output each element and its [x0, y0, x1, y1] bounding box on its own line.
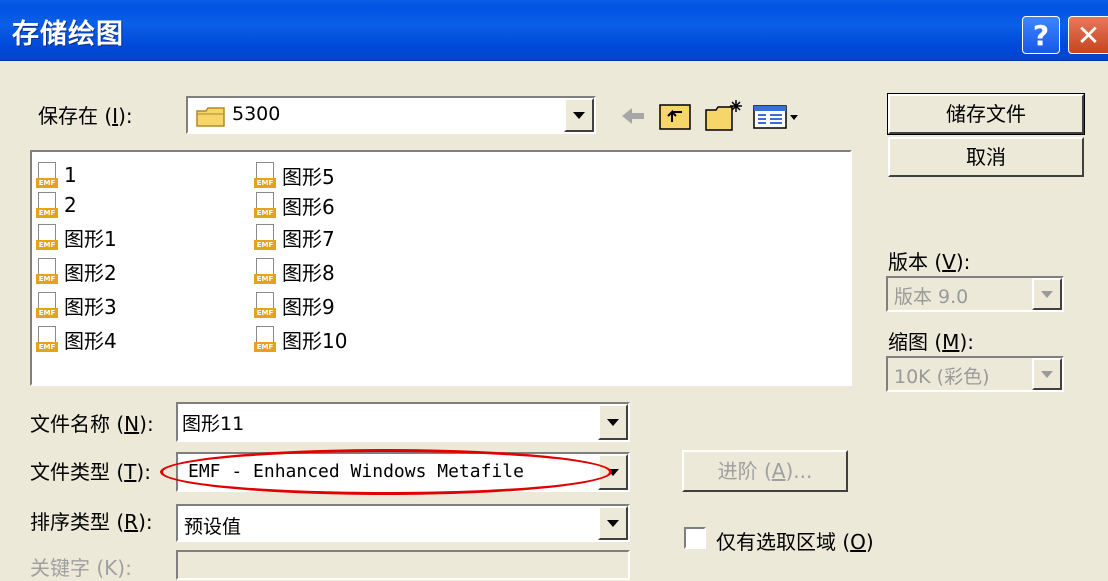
- filetype-value: EMF - Enhanced Windows Metafile: [188, 461, 524, 482]
- file-name: 图形2: [64, 260, 117, 285]
- save-in-label: 保存在 (I):: [38, 104, 133, 128]
- emf-file-icon: EMF: [254, 162, 276, 188]
- version-value: 版本 9.0: [894, 286, 969, 308]
- chevron-down-icon[interactable]: [1032, 358, 1062, 390]
- emf-file-icon: EMF: [254, 326, 276, 352]
- sorttype-label: 排序类型 (R):: [30, 510, 153, 534]
- file-name: 图形6: [282, 194, 335, 219]
- version-dropdown[interactable]: 版本 9.0: [886, 276, 1064, 312]
- list-item[interactable]: EMF 1: [36, 160, 77, 190]
- emf-file-icon: EMF: [254, 258, 276, 284]
- sorttype-value: 预设值: [184, 516, 242, 538]
- file-name: 图形7: [282, 226, 335, 251]
- file-name: 图形1: [64, 226, 117, 251]
- list-item[interactable]: EMF 图形8: [254, 256, 335, 286]
- emf-file-icon: EMF: [36, 258, 58, 284]
- file-name: 图形8: [282, 260, 335, 285]
- list-item[interactable]: EMF 图形3: [36, 290, 117, 320]
- emf-file-icon: EMF: [36, 292, 58, 318]
- selected-only-checkbox[interactable]: [684, 527, 706, 549]
- window-title: 存储绘图: [12, 19, 124, 50]
- sorttype-dropdown[interactable]: 预设值: [176, 504, 630, 542]
- help-button[interactable]: ?: [1022, 16, 1060, 54]
- filename-input[interactable]: 图形11: [176, 402, 630, 442]
- save-in-dropdown[interactable]: 5300: [186, 96, 596, 134]
- chevron-down-icon[interactable]: [598, 454, 628, 490]
- save-file-button[interactable]: 储存文件: [887, 93, 1085, 135]
- new-folder-icon: [705, 100, 742, 131]
- keyword-input[interactable]: [176, 550, 630, 580]
- advanced-button[interactable]: 进阶 (A)...: [682, 450, 848, 492]
- up-folder-icon: [659, 104, 691, 130]
- list-item[interactable]: EMF 图形5: [254, 160, 335, 190]
- save-in-value: 5300: [232, 103, 281, 125]
- cancel-button[interactable]: 取消: [888, 137, 1084, 177]
- file-name: 图形9: [282, 294, 335, 319]
- filetype-label: 文件类型 (T):: [30, 460, 151, 484]
- new-folder-button[interactable]: [702, 98, 746, 134]
- keyword-label: 关键字 (K):: [30, 556, 132, 580]
- chevron-down-icon[interactable]: [598, 404, 628, 440]
- file-name: 图形3: [64, 294, 117, 319]
- back-button[interactable]: [612, 98, 652, 134]
- file-name: 2: [64, 193, 77, 217]
- title-bar: 存储绘图 ? ✕: [0, 0, 1108, 61]
- list-item[interactable]: EMF 图形4: [36, 324, 117, 354]
- emf-file-icon: EMF: [254, 192, 276, 218]
- file-name: 图形4: [64, 328, 117, 353]
- list-item[interactable]: EMF 2: [36, 190, 77, 220]
- chevron-down-icon[interactable]: [564, 98, 594, 132]
- list-item[interactable]: EMF 图形2: [36, 256, 117, 286]
- emf-file-icon: EMF: [254, 292, 276, 318]
- emf-file-icon: EMF: [254, 224, 276, 250]
- version-label: 版本 (V):: [888, 250, 971, 274]
- chevron-down-icon[interactable]: [1032, 278, 1062, 310]
- emf-file-icon: EMF: [36, 326, 58, 352]
- view-menu-button[interactable]: [750, 98, 802, 134]
- filename-value: 图形11: [182, 413, 245, 435]
- list-item[interactable]: EMF 图形10: [254, 324, 347, 354]
- up-folder-button[interactable]: [654, 98, 698, 134]
- view-list-icon: [753, 105, 798, 129]
- close-button[interactable]: ✕: [1068, 16, 1108, 54]
- file-name: 图形10: [282, 328, 348, 353]
- emf-file-icon: EMF: [36, 224, 58, 250]
- thumbnail-dropdown[interactable]: 10K (彩色): [886, 356, 1064, 392]
- back-arrow-icon: [622, 108, 644, 124]
- thumbnail-label: 缩图 (M):: [888, 330, 974, 354]
- list-item[interactable]: EMF 图形6: [254, 190, 335, 220]
- emf-file-icon: EMF: [36, 192, 58, 218]
- thumbnail-value: 10K (彩色): [894, 366, 990, 388]
- list-item[interactable]: EMF 图形1: [36, 222, 117, 252]
- selected-only-label: 仅有选取区域 (O): [716, 530, 874, 554]
- filename-label: 文件名称 (N):: [30, 412, 154, 436]
- file-list[interactable]: EMF 1 EMF 2 EMF 图形1 EMF 图形2 EMF 图形3 EMF …: [30, 150, 852, 386]
- filetype-dropdown[interactable]: EMF - Enhanced Windows Metafile: [176, 452, 630, 492]
- file-name: 图形5: [282, 164, 335, 189]
- chevron-down-icon[interactable]: [598, 506, 628, 540]
- file-name: 1: [64, 163, 77, 187]
- folder-icon: [196, 107, 225, 127]
- emf-file-icon: EMF: [36, 162, 58, 188]
- list-item[interactable]: EMF 图形9: [254, 290, 335, 320]
- list-item[interactable]: EMF 图形7: [254, 222, 335, 252]
